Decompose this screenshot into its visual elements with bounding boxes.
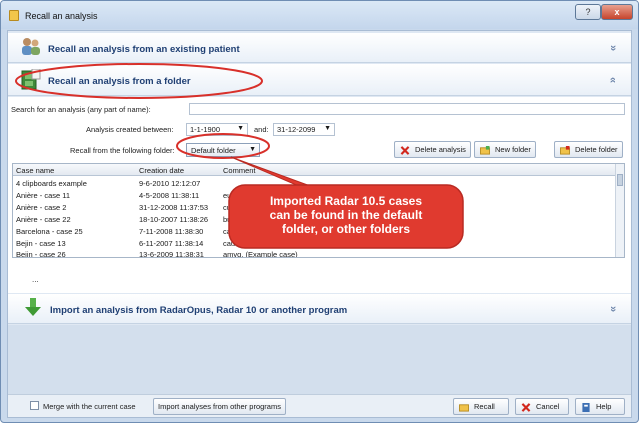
cell-case-name: Barcelona - case 25 — [16, 227, 83, 236]
cell-case-name: 4 clipboards example — [16, 179, 87, 188]
cell-comment: cu — [223, 203, 231, 212]
folder-label: Recall from the following folder: — [70, 146, 175, 155]
help-book-icon — [582, 403, 590, 412]
column-header-case-name[interactable]: Case name — [16, 166, 54, 175]
callout-line: folder, or other folders — [281, 222, 410, 236]
section-folder-title: Recall an analysis from a folder — [48, 76, 191, 87]
cell-creation-date: 13-6-2009 11:38:31 — [139, 250, 204, 258]
and-label: and: — [254, 125, 269, 134]
column-header-creation-date[interactable]: Creation date — [139, 166, 184, 175]
collapse-chevron-icon[interactable]: » — [607, 77, 619, 83]
delete-folder-button[interactable]: Delete folder — [554, 141, 623, 158]
folder-select[interactable]: Default folder ▼ — [186, 143, 260, 157]
cell-creation-date: 31-12-2008 11:37:53 — [139, 203, 209, 212]
folder-icon — [459, 404, 469, 412]
date-from-select[interactable]: 1-1-1900 ▼ — [186, 123, 248, 136]
delete-analysis-label: Delete analysis — [415, 145, 466, 154]
expand-chevron-icon[interactable]: » — [607, 306, 619, 312]
section-existing-patient-header[interactable]: Recall an analysis from an existing pati… — [8, 33, 631, 63]
help-button[interactable]: Help — [575, 398, 625, 415]
recall-dialog: Recall an analysis ? x Recall an analysi… — [0, 0, 639, 423]
cancel-button[interactable]: Cancel — [515, 398, 569, 415]
callout-line: Imported Radar 10.5 cases — [269, 194, 423, 208]
table-scrollbar[interactable] — [615, 164, 624, 257]
help-label: Help — [596, 402, 612, 411]
cell-comment: amyg. (Example case) — [223, 250, 298, 258]
window-title: Recall an analysis — [25, 11, 98, 21]
window-close-button[interactable]: x — [601, 4, 633, 20]
section-import-header[interactable]: Import an analysis from RadarOpus, Radar… — [8, 294, 631, 324]
date-from-value: 1-1-1900 — [190, 125, 221, 134]
import-analyses-button[interactable]: Import analyses from other programs — [153, 398, 286, 415]
folder-select-value: Default folder — [191, 146, 236, 155]
cell-comment: bu — [223, 215, 232, 224]
dropdown-arrow-icon: ▼ — [324, 125, 331, 132]
title-bar: Recall an analysis ? x — [1, 1, 638, 29]
delete-folder-icon — [560, 146, 570, 155]
cell-creation-date: 7-11-2008 11:38:30 — [139, 227, 204, 236]
expand-chevron-icon[interactable]: » — [607, 45, 619, 51]
date-to-value: 31-12-2099 — [277, 125, 316, 134]
merge-checkbox[interactable] — [30, 401, 39, 410]
new-folder-button[interactable]: New folder — [474, 141, 536, 158]
delete-folder-label: Delete folder — [575, 145, 618, 154]
cabinet-icon — [21, 69, 41, 90]
recall-label: Recall — [474, 402, 495, 411]
cell-comment: caus — [223, 239, 239, 248]
new-folder-icon — [480, 146, 490, 155]
cell-case-name: Anière - case 2 — [16, 203, 67, 212]
cell-case-name: Anière - case 11 — [16, 191, 71, 200]
search-input[interactable] — [189, 103, 625, 115]
callout-line: can be found in the default — [269, 208, 423, 222]
cancel-label: Cancel — [536, 402, 560, 411]
merge-label: Merge with the current case — [43, 402, 136, 411]
delete-analysis-button[interactable]: Delete analysis — [394, 141, 471, 158]
scrollbar-thumb[interactable] — [617, 174, 623, 186]
cell-case-name: Bejin - case 13 — [16, 239, 66, 248]
recall-button[interactable]: Recall — [453, 398, 509, 415]
dropdown-arrow-icon: ▼ — [249, 146, 256, 153]
red-x-icon — [521, 403, 531, 412]
window-help-button[interactable]: ? — [575, 4, 601, 20]
patients-icon — [22, 38, 40, 55]
table-row[interactable]: Bejin - case 13 6-11-2007 11:38:14 caus — [13, 237, 616, 249]
section-folder-header[interactable]: Recall an analysis from a folder » — [8, 64, 631, 96]
section-import-title: Import an analysis from RadarOpus, Radar… — [50, 305, 348, 316]
section-existing-patient-title: Recall an analysis from an existing pati… — [48, 44, 240, 55]
cell-comment: eu — [223, 191, 232, 200]
more-indicator: ... — [32, 275, 39, 284]
table-row[interactable]: 4 clipboards example 9-6-2010 12:12:07 — [13, 177, 616, 189]
new-folder-label: New folder — [495, 145, 531, 154]
cell-creation-date: 9-6-2010 12:12:07 — [139, 179, 201, 188]
cell-case-name: Anière - case 22 — [16, 215, 71, 224]
cell-creation-date: 4-5-2008 11:38:11 — [139, 191, 200, 200]
search-label: Search for an analysis (any part of name… — [11, 105, 151, 114]
column-header-comment[interactable]: Comment — [223, 166, 256, 175]
folder-app-icon — [9, 10, 19, 21]
download-arrow-icon — [25, 298, 41, 316]
created-between-label: Analysis created between: — [86, 125, 174, 134]
red-x-icon — [400, 146, 410, 155]
table-header: Case name Creation date Comment — [13, 164, 616, 176]
cell-creation-date: 6-11-2007 11:38:14 — [139, 239, 204, 248]
dropdown-arrow-icon: ▼ — [237, 125, 244, 132]
dialog-footer: Merge with the current case Import analy… — [8, 394, 631, 417]
cell-creation-date: 18-10-2007 11:38:26 — [139, 215, 209, 224]
date-to-select[interactable]: 31-12-2099 ▼ — [273, 123, 335, 136]
callout-text: Imported Radar 10.5 cases can be found i… — [236, 194, 456, 236]
cell-comment: ca — [223, 227, 231, 236]
table-row[interactable]: Bejin - case 26 13-6-2009 11:38:31 amyg.… — [13, 249, 616, 258]
cell-case-name: Bejin - case 26 — [16, 250, 66, 258]
